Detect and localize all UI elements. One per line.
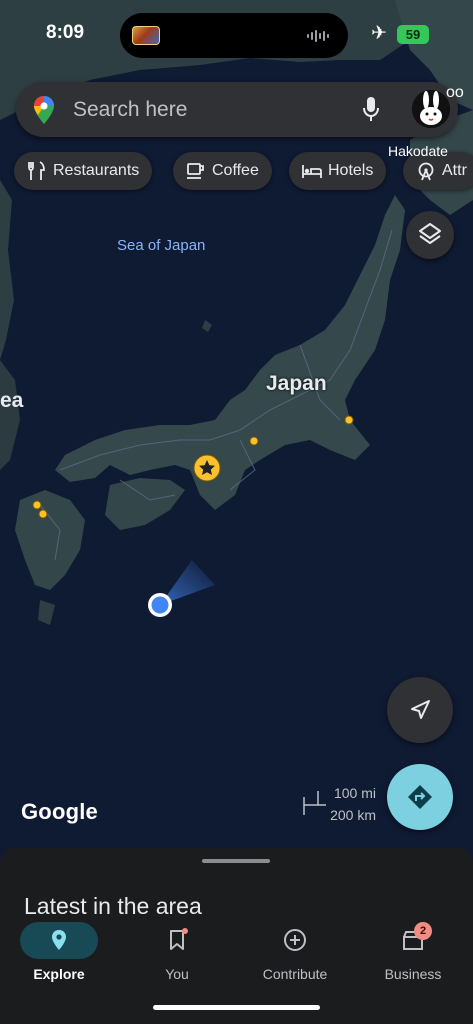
directions-icon <box>408 785 432 809</box>
chip-restaurants[interactable]: Restaurants <box>14 152 153 190</box>
notification-badge: 2 <box>414 922 432 940</box>
sheet-drag-handle[interactable] <box>202 859 270 863</box>
nav-you[interactable]: You <box>118 914 236 994</box>
dynamic-island[interactable] <box>120 13 348 58</box>
navigation-arrow-icon <box>411 700 430 719</box>
microphone-icon[interactable] <box>362 96 380 122</box>
status-bar: 8:09 ✈ 59 <box>0 0 473 70</box>
map-city-label[interactable]: Hakodate <box>388 143 448 159</box>
fork-knife-icon <box>28 161 45 180</box>
my-location-button[interactable] <box>387 677 453 743</box>
battery-level: 59 <box>405 27 421 42</box>
nav-contribute[interactable]: Contribute <box>236 914 354 994</box>
nav-label: You <box>165 966 189 982</box>
ferris-wheel-icon <box>418 162 434 181</box>
now-playing-thumbnail <box>132 26 160 45</box>
chip-label: Restaurants <box>53 162 140 179</box>
status-time: 8:09 <box>46 22 85 43</box>
chip-label: Coffee <box>212 162 259 179</box>
layers-icon <box>419 223 441 244</box>
chip-label: Hotels <box>328 162 374 179</box>
map-edge-label-top: oo <box>446 84 464 101</box>
scale-kilometers: 200 km <box>330 807 376 823</box>
bed-icon <box>302 165 322 178</box>
nav-explore[interactable]: Explore <box>0 914 118 994</box>
chip-hotels[interactable]: Hotels <box>289 152 387 190</box>
search-input[interactable]: Search here <box>73 98 187 122</box>
badge-count: 2 <box>419 925 427 937</box>
layers-button[interactable] <box>406 211 454 259</box>
chip-label: Attr <box>442 162 467 179</box>
nav-label: Contribute <box>262 966 328 982</box>
directions-button[interactable] <box>387 764 453 830</box>
scale-miles: 100 mi <box>333 785 376 801</box>
nav-business[interactable]: 2 Business <box>354 914 472 994</box>
battery-indicator: 59 <box>397 25 429 44</box>
search-bar[interactable]: Search here <box>16 82 458 137</box>
map-edge-label-left: ea <box>0 389 24 412</box>
google-attribution: Google <box>21 799 98 824</box>
nav-label: Business <box>384 966 442 982</box>
map-country-label[interactable]: Japan <box>266 372 327 396</box>
profile-avatar[interactable] <box>412 90 450 128</box>
home-indicator[interactable] <box>153 1005 320 1010</box>
audio-wave-icon <box>307 30 329 42</box>
rabbit-avatar-icon <box>412 90 450 128</box>
map-scale: 100 mi 200 km <box>302 785 382 825</box>
nav-label: Explore <box>33 966 85 982</box>
coffee-cup-icon <box>187 163 204 179</box>
maps-pin-logo-icon <box>34 96 54 124</box>
add-circle-icon <box>284 929 306 951</box>
chip-coffee[interactable]: Coffee <box>173 152 272 190</box>
explore-pin-icon <box>52 930 66 950</box>
bookmark-icon <box>170 928 188 950</box>
map-sea-label: Sea of Japan <box>117 237 206 254</box>
airplane-icon: ✈ <box>371 23 387 44</box>
